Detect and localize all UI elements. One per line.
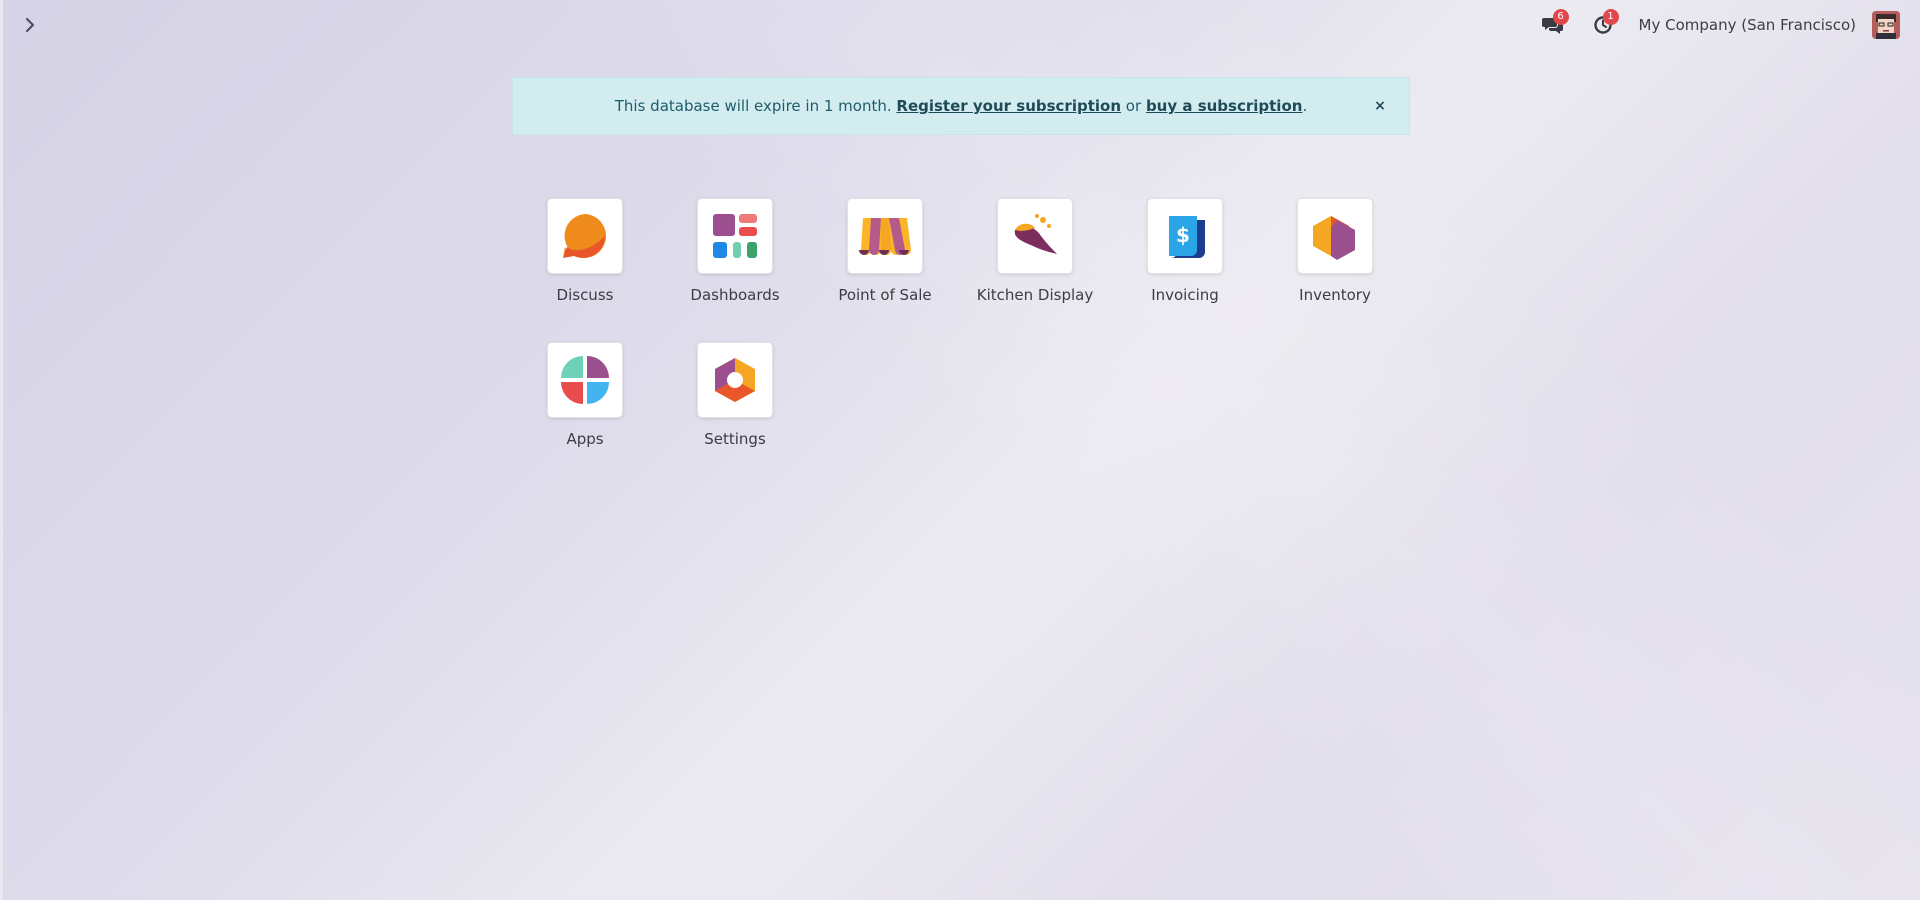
buy-subscription-link[interactable]: buy a subscription [1146,97,1303,115]
banner-close-button[interactable]: × [1371,97,1389,115]
discuss-icon [563,214,607,258]
company-switcher[interactable]: My Company (San Francisco) [1639,16,1856,34]
app-tile [697,342,773,418]
app-tile [547,198,623,274]
app-discuss[interactable]: Discuss [525,198,645,304]
activities-count-badge: 1 [1602,9,1619,25]
app-label: Apps [566,430,604,448]
dashboards-icon [713,214,757,258]
invoicing-icon: $ [1169,216,1205,258]
menu-toggle-button[interactable] [18,12,42,38]
app-point-of-sale[interactable]: Point of Sale [825,198,945,304]
app-label: Settings [704,430,766,448]
background-sheen [0,0,1920,900]
app-tile [847,198,923,274]
apps-icon [561,356,609,404]
app-label: Discuss [556,286,614,304]
app-kitchen-display[interactable]: Kitchen Display [975,198,1095,304]
app-tile [697,198,773,274]
settings-icon [715,358,755,402]
app-label: Dashboards [690,286,780,304]
app-tile [997,198,1073,274]
avatar-icon [1872,11,1900,39]
left-edge-strip [0,0,3,900]
messages-button[interactable]: 6 [1539,9,1569,39]
banner-period: . [1302,97,1308,115]
background-sheen-secondary [0,0,1920,900]
expiry-banner: This database will expire in 1 month. Re… [512,77,1410,135]
app-dashboards[interactable]: Dashboards [675,198,795,304]
app-inventory[interactable]: Inventory [1275,198,1395,304]
svg-text:$: $ [1176,223,1190,247]
register-subscription-link[interactable]: Register your subscription [896,97,1121,115]
app-tile [547,342,623,418]
app-tile: $ [1147,198,1223,274]
app-label: Point of Sale [838,286,932,304]
app-label: Inventory [1299,286,1371,304]
or-text: or [1125,97,1142,115]
chevron-right-icon [25,17,35,33]
app-apps[interactable]: Apps [525,342,645,448]
app-invoicing[interactable]: $ Invoicing [1125,198,1245,304]
point-of-sale-icon [859,218,911,255]
app-label: Invoicing [1151,286,1219,304]
messages-count-badge: 6 [1552,9,1569,25]
app-settings[interactable]: Settings [675,342,795,448]
user-avatar[interactable] [1872,11,1900,39]
kitchen-display-icon [1014,214,1057,254]
inventory-icon [1313,216,1355,260]
app-tile [1297,198,1373,274]
activities-button[interactable]: 1 [1589,9,1619,39]
app-label: Kitchen Display [976,286,1094,304]
topbar-systray: 6 1 My Company (San Francisco) [1539,9,1900,40]
expiry-text: This database will expire in 1 month. [614,97,892,115]
